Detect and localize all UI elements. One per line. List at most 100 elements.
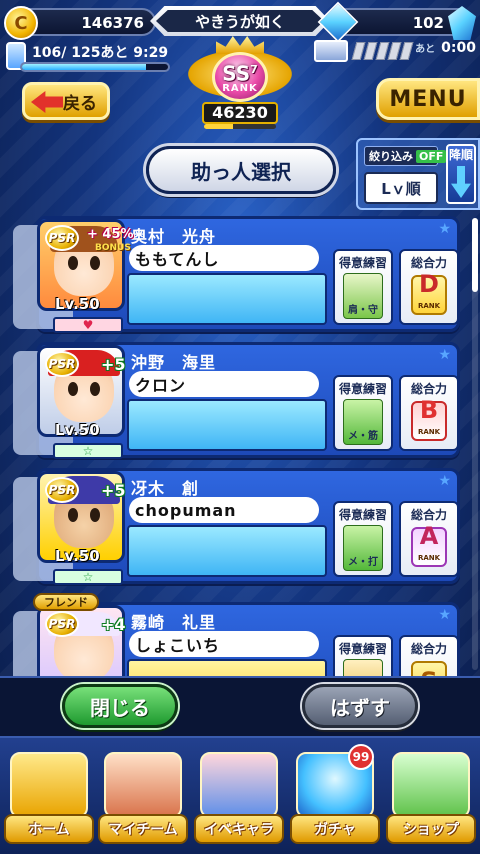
portrait-eye bbox=[90, 382, 100, 396]
affinity-heart-icon: ♥ bbox=[53, 317, 123, 333]
overall-label: 総合力 bbox=[410, 642, 447, 656]
ticket-icon bbox=[314, 40, 348, 62]
helper-name: 奥村 光舟 bbox=[131, 227, 217, 246]
practice-box: 得意練習 メ・打 bbox=[333, 501, 393, 577]
remove-button[interactable]: はずす bbox=[302, 684, 418, 728]
helper-owner: chopuman bbox=[129, 497, 319, 523]
gem-value: 102 bbox=[412, 14, 444, 32]
helper-card[interactable]: ★ 奥村 光舟 ももてんし PSR + 45% BONUS Lv.50 ♥ 得意… bbox=[13, 216, 460, 333]
nav-event-chara[interactable]: イベキャラ bbox=[194, 748, 284, 848]
helper-name: 沖野 海里 bbox=[131, 353, 217, 372]
bottom-nav: ホーム マイチーム イベキャラ 99 ガチャ ショップ bbox=[0, 738, 480, 854]
psr-badge: PSR bbox=[45, 477, 79, 503]
helper-card[interactable]: ★ 霧崎 礼里 しょこいち フレンド PSR +4 得意練習 総合力 S bbox=[13, 593, 460, 676]
rank-score-bar bbox=[204, 124, 276, 129]
rank-tier: SS7 bbox=[222, 61, 258, 86]
overall-rank: D RANK bbox=[411, 272, 447, 315]
practice-type: 肩・守 bbox=[348, 305, 378, 316]
practice-label: 得意練習 bbox=[338, 382, 387, 396]
portrait-eye bbox=[68, 256, 78, 270]
overall-label: 総合力 bbox=[410, 256, 447, 270]
nav-label: ガチャ bbox=[290, 814, 380, 844]
filter-sort-panel: 絞り込み OFF Lｖ順 降順 bbox=[356, 138, 480, 210]
helper-skill-strip bbox=[127, 399, 327, 451]
event-chara-icon bbox=[200, 752, 278, 818]
helper-card[interactable]: ★ 沖野 海里 クロン PSR +5 Lv.50 ☆ 得意練習 メ・筋 総合力 … bbox=[13, 342, 460, 459]
nav-home[interactable]: ホーム bbox=[4, 748, 94, 848]
nav-shop[interactable]: ショップ bbox=[386, 748, 476, 848]
nav-my-team[interactable]: マイチーム bbox=[98, 748, 188, 848]
affinity-star-icon: ☆ bbox=[53, 569, 123, 585]
shop-icon bbox=[392, 752, 470, 818]
portrait-eye bbox=[68, 508, 78, 522]
practice-box: 得意練習 bbox=[333, 635, 393, 676]
star-icon: ★ bbox=[438, 347, 451, 363]
helper-owner: クロン bbox=[129, 371, 319, 397]
list-scrollbar-thumb[interactable] bbox=[472, 218, 478, 292]
ticket-timer: あと 0:00 bbox=[415, 40, 476, 56]
helper-skill-strip bbox=[127, 525, 327, 577]
overall-rank: A RANK bbox=[411, 524, 447, 567]
bonus-percent: + 45% bbox=[87, 227, 134, 242]
practice-icon: メ・筋 bbox=[343, 399, 383, 445]
overall-rank: S bbox=[411, 661, 447, 676]
coin-counter: C 146376 bbox=[4, 6, 156, 40]
practice-icon: 肩・守 bbox=[343, 273, 383, 319]
coin-value: 146376 bbox=[81, 14, 144, 32]
overall-box: 総合力 D RANK bbox=[399, 249, 459, 325]
helper-name: 霧崎 礼里 bbox=[131, 613, 217, 632]
stamina-text: 106/ 125あと 9:29 bbox=[32, 45, 169, 61]
overall-box: 総合力 S bbox=[399, 635, 459, 676]
practice-label: 得意練習 bbox=[338, 508, 387, 522]
coin-icon: C bbox=[4, 6, 38, 40]
helper-skill-strip bbox=[127, 659, 327, 676]
gem-shop-icon[interactable] bbox=[448, 6, 476, 40]
gem-counter[interactable]: 102 bbox=[317, 1, 476, 43]
psr-badge: PSR bbox=[45, 351, 79, 377]
sort-select[interactable]: Lｖ順 bbox=[364, 172, 438, 204]
home-icon bbox=[10, 752, 88, 818]
portrait-eye bbox=[90, 256, 100, 270]
overall-box: 総合力 B RANK bbox=[399, 375, 459, 451]
ticket-slots bbox=[351, 42, 414, 60]
stamina-bar-fill bbox=[22, 64, 146, 70]
helper-name: 冴木 創 bbox=[131, 479, 200, 498]
practice-icon: メ・打 bbox=[343, 525, 383, 571]
sort-order-button[interactable]: 降順 bbox=[446, 144, 476, 204]
back-button[interactable]: 戻る bbox=[22, 82, 110, 120]
helper-level: Lv.50 bbox=[55, 295, 100, 313]
top-bar: C 146376 やきうが如く 102 106/ 125あと 9:29 SS7 … bbox=[0, 0, 480, 140]
helper-list[interactable]: ★ 奥村 光舟 ももてんし PSR + 45% BONUS Lv.50 ♥ 得意… bbox=[10, 214, 470, 676]
portrait-eye bbox=[90, 508, 100, 522]
helper-owner: ももてんし bbox=[129, 245, 319, 271]
plus-badge: +5 bbox=[101, 481, 126, 500]
nav-label: マイチーム bbox=[98, 814, 188, 844]
friend-tag: フレンド bbox=[33, 593, 99, 611]
helper-skill-strip bbox=[127, 273, 327, 325]
helper-card[interactable]: ★ 冴木 創 chopuman PSR +5 Lv.50 ☆ 得意練習 メ・打 … bbox=[13, 468, 460, 585]
nav-gacha[interactable]: 99 ガチャ bbox=[290, 744, 380, 848]
star-icon: ★ bbox=[438, 473, 451, 489]
menu-button[interactable]: MENU bbox=[376, 78, 480, 120]
practice-box: 得意練習 メ・筋 bbox=[333, 375, 393, 451]
psr-badge: PSR bbox=[45, 225, 79, 251]
practice-label: 得意練習 bbox=[338, 256, 387, 270]
practice-label: 得意練習 bbox=[338, 642, 387, 656]
psr-badge: PSR bbox=[45, 611, 79, 637]
practice-icon bbox=[343, 659, 383, 676]
rank-label: RANK bbox=[222, 83, 258, 95]
close-button[interactable]: 閉じる bbox=[62, 684, 178, 728]
rank-badge[interactable]: SS7 RANK 46230 bbox=[174, 36, 306, 132]
helper-level: Lv.50 bbox=[55, 547, 100, 565]
portrait-eye bbox=[68, 382, 78, 396]
filter-toggle[interactable]: 絞り込み OFF bbox=[364, 146, 447, 166]
bonus-label: BONUS bbox=[95, 243, 131, 253]
nav-label: イベキャラ bbox=[194, 814, 284, 844]
helper-level: Lv.50 bbox=[55, 421, 100, 439]
helper-owner: しょこいち bbox=[129, 631, 319, 657]
nav-label: ホーム bbox=[4, 814, 94, 844]
gem-icon bbox=[317, 1, 359, 43]
overall-label: 総合力 bbox=[410, 382, 447, 396]
back-arrow-icon bbox=[31, 91, 63, 113]
arrow-down-icon bbox=[451, 166, 471, 198]
